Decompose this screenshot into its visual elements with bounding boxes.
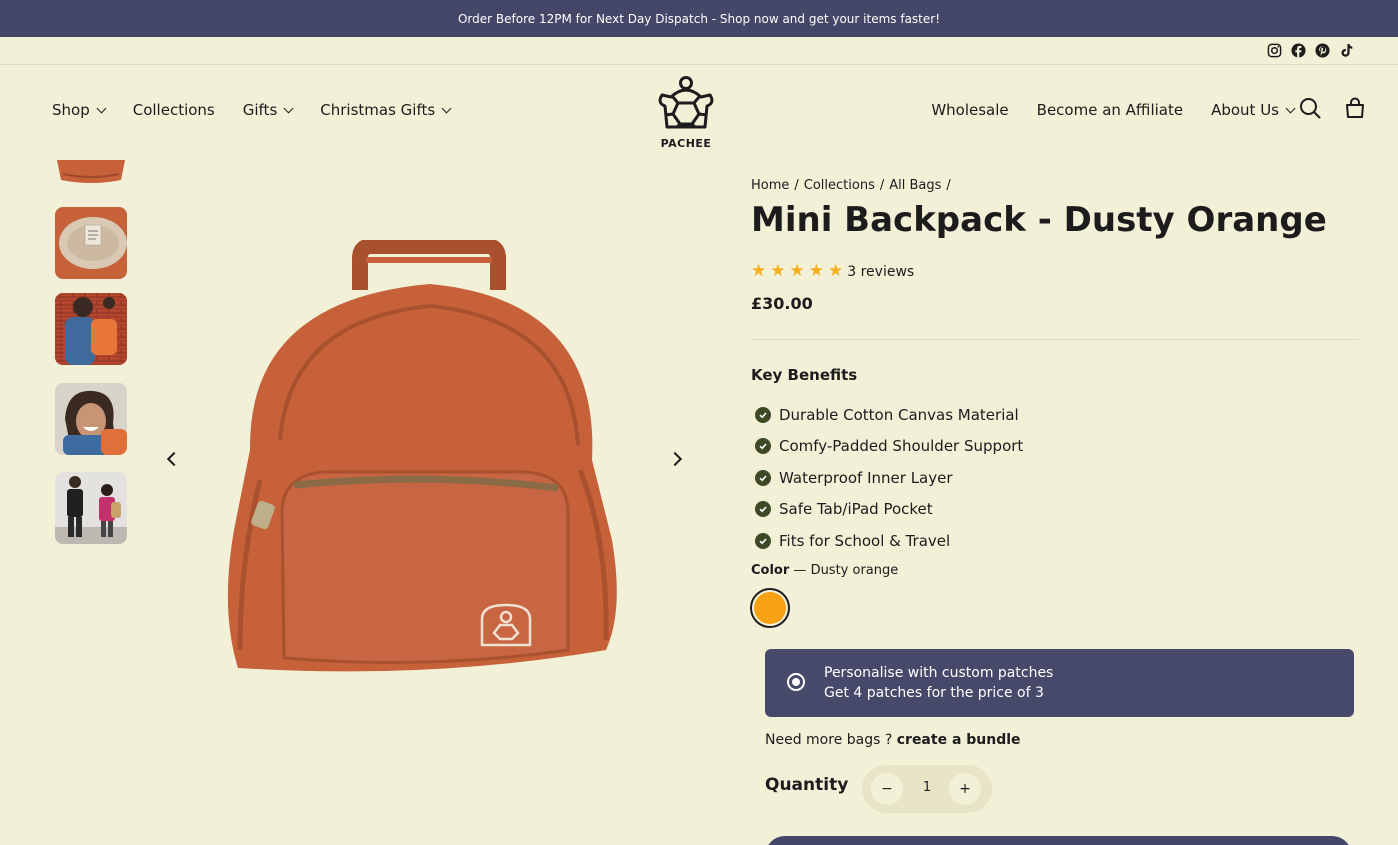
star-icon: ★ [751,261,767,281]
benefit-item: Safe Tab/iPad Pocket [755,494,1023,526]
site-header: Shop Collections Gifts Christmas Gifts P… [0,65,1398,160]
nav-label: Shop [52,101,90,119]
color-value: Dusty orange [810,563,899,578]
benefit-text: Waterproof Inner Layer [779,468,953,487]
color-label-title: Color [751,563,790,578]
thumbnail-image[interactable] [55,207,127,279]
chevron-down-icon [283,103,294,113]
personalise-patches-option[interactable]: Personalise with custom patches Get 4 pa… [765,649,1354,717]
review-count: 3 reviews [847,263,915,280]
nav-label: Wholesale [931,101,1009,119]
nav-label: Gifts [242,101,278,119]
product-price: £30.00 [751,294,813,313]
facebook-icon[interactable] [1290,42,1306,58]
nav-label: Christmas Gifts [320,101,436,119]
color-separator: — [793,563,807,578]
breadcrumb-separator: / [794,178,799,193]
quantity-value[interactable]: 1 [917,780,937,795]
turtle-logo-icon [658,76,714,129]
chevron-right-icon [667,451,683,467]
breadcrumb-separator: / [879,178,885,193]
bundle-prompt: Need more bags ? create a bundle [765,732,1021,748]
patch-line-2: Get 4 patches for the price of 3 [824,685,1044,701]
benefit-item: Waterproof Inner Layer [755,462,1023,494]
star-icon: ★ [808,261,824,281]
benefit-text: Fits for School & Travel [779,531,951,550]
key-benefits-list: Durable Cotton Canvas Material Comfy-Pad… [755,399,1023,557]
breadcrumb: Home / Collections / All Bags / [751,178,951,193]
main-nav-right: Wholesale Become an Affiliate About Us [931,101,1296,119]
chevron-down-icon [441,103,452,113]
nav-label: Collections [132,101,215,119]
logo-text: PACHEE [660,137,712,150]
benefit-text: Comfy-Padded Shoulder Support [779,437,1024,456]
radio-button[interactable] [787,673,805,691]
quantity-stepper: − 1 + [862,765,992,813]
chevron-down-icon [96,103,107,113]
nav-christmas-gifts[interactable]: Christmas Gifts [320,101,452,119]
product-title: Mini Backpack - Dusty Orange [751,200,1327,240]
product-main-image [227,240,617,672]
quantity-decrease-button[interactable]: − [871,773,903,805]
benefit-item: Durable Cotton Canvas Material [755,399,1023,431]
check-circle-icon [755,469,771,486]
benefit-text: Durable Cotton Canvas Material [779,405,1019,424]
swatch-fill [754,592,786,624]
check-circle-icon [755,501,771,518]
star-icon: ★ [828,261,844,281]
nav-label: About Us [1211,101,1279,119]
announcement-text: Order Before 12PM for Next Day Dispatch … [457,11,940,26]
product-rating[interactable]: ★ ★ ★ ★ ★ 3 reviews [751,263,914,280]
nav-about-us[interactable]: About Us [1211,101,1296,119]
instagram-icon[interactable] [1266,42,1282,58]
nav-label: Become an Affiliate [1036,101,1184,119]
breadcrumb-home[interactable]: Home [751,178,789,193]
add-to-cart-button[interactable] [765,836,1352,845]
color-label: Color — Dusty orange [751,563,898,578]
check-circle-icon [755,406,771,423]
nav-collections[interactable]: Collections [133,101,215,119]
nav-gifts[interactable]: Gifts [242,101,294,119]
thumbnail-image[interactable] [55,160,127,184]
pinterest-icon[interactable] [1314,42,1330,58]
benefit-item: Fits for School & Travel [755,525,1023,557]
quantity-increase-button[interactable]: + [949,773,981,805]
breadcrumb-separator: / [946,178,951,193]
benefit-text: Safe Tab/iPad Pocket [779,500,933,519]
next-image-arrow[interactable] [666,448,684,470]
quantity-label: Quantity [765,775,849,795]
star-icon: ★ [770,261,786,281]
cart-bag-icon[interactable] [1344,97,1366,119]
chevron-down-icon [1285,103,1296,113]
color-swatch-dusty-orange[interactable] [750,588,790,628]
social-bar [0,37,1398,65]
divider [751,339,1359,340]
announcement-bar: Order Before 12PM for Next Day Dispatch … [0,0,1398,37]
thumbnail-image[interactable] [55,293,127,365]
key-benefits-title: Key Benefits [751,366,858,384]
nav-wholesale[interactable]: Wholesale [931,101,1008,119]
star-icon: ★ [789,261,805,281]
thumbnail-image[interactable] [55,383,127,455]
breadcrumb-collections[interactable]: Collections [804,178,875,193]
bundle-prefix: Need more bags ? [765,732,893,748]
benefit-item: Comfy-Padded Shoulder Support [755,431,1023,463]
create-bundle-link[interactable]: create a bundle [897,732,1021,748]
patch-text: Personalise with custom patches Get 4 pa… [824,663,1053,703]
chevron-left-icon [166,451,182,467]
prev-image-arrow[interactable] [165,448,183,470]
check-circle-icon [755,532,771,549]
breadcrumb-all-bags[interactable]: All Bags [889,178,941,193]
tiktok-icon[interactable] [1338,42,1354,58]
main-nav-left: Shop Collections Gifts Christmas Gifts [52,101,452,119]
nav-become-affiliate[interactable]: Become an Affiliate [1037,101,1183,119]
nav-shop[interactable]: Shop [52,101,107,119]
site-logo[interactable]: PACHEE [652,75,720,150]
thumbnail-image[interactable] [55,472,127,544]
check-circle-icon [755,438,771,455]
search-icon[interactable] [1299,97,1321,119]
patch-line-1: Personalise with custom patches [824,665,1054,681]
